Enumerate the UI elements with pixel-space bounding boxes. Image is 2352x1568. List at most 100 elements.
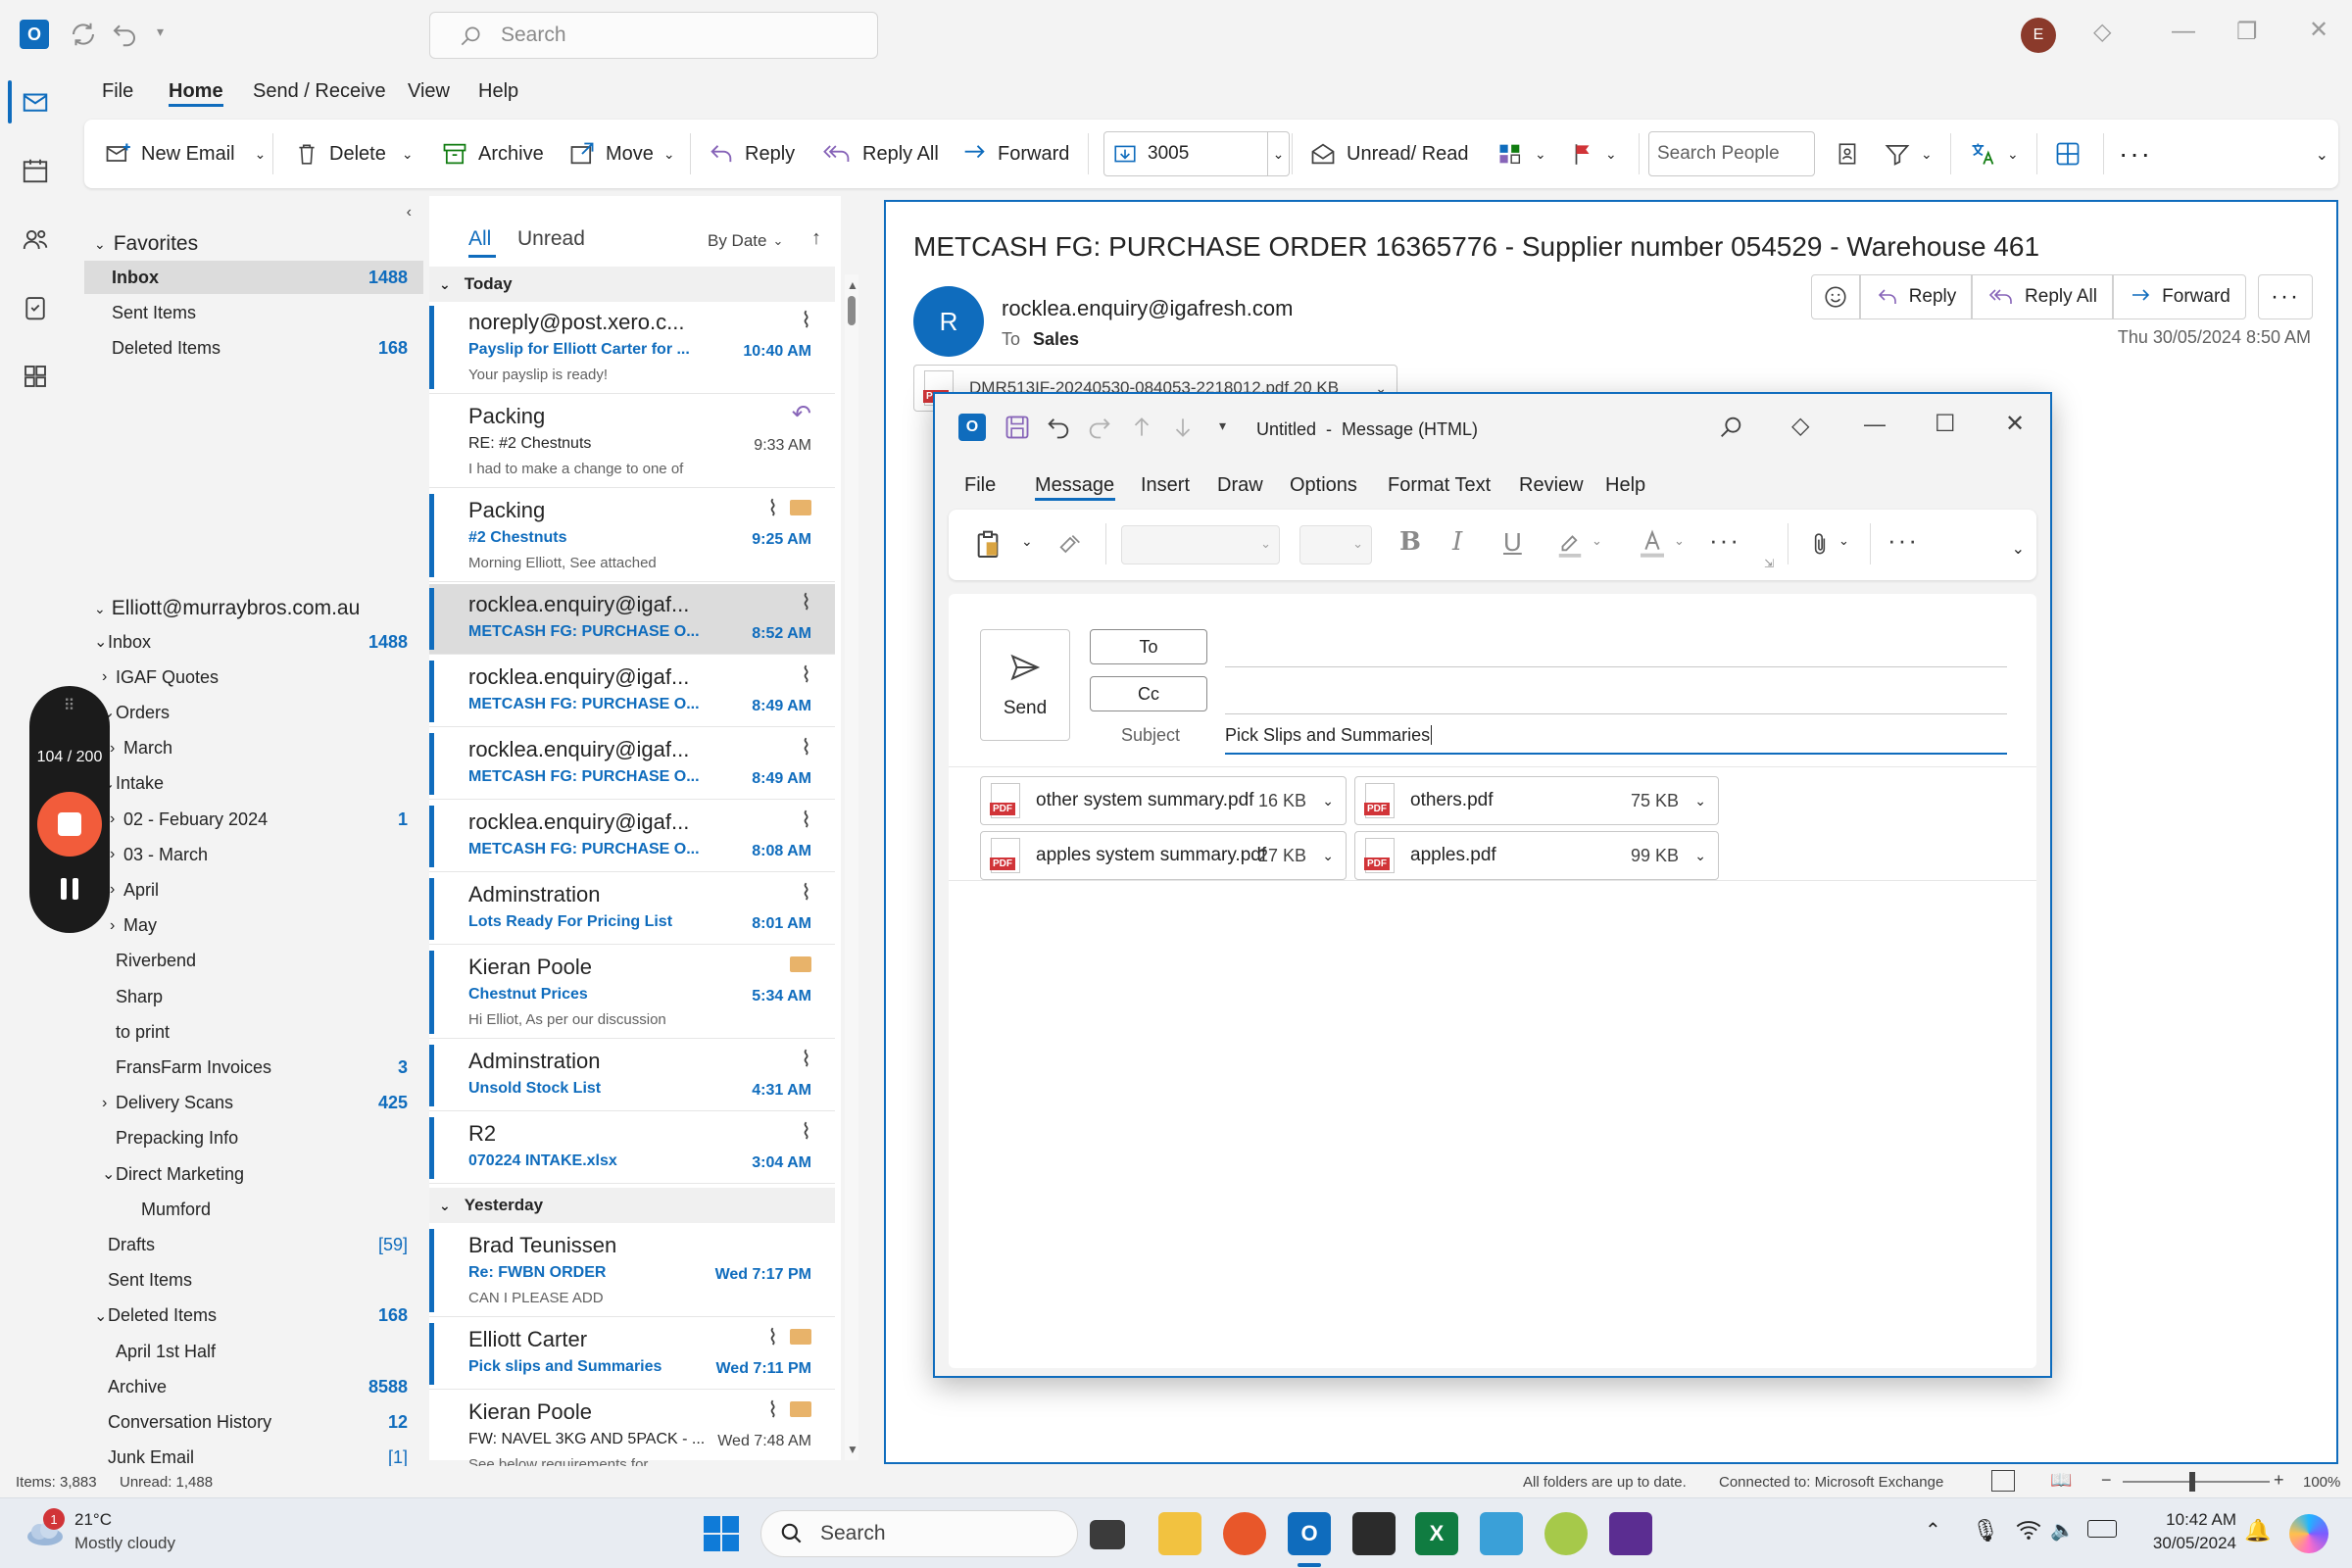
apps-icon[interactable] xyxy=(14,355,57,398)
folder-item[interactable]: › Delivery Scans 425 xyxy=(84,1087,423,1120)
cc-button[interactable]: Cc xyxy=(1090,676,1207,711)
group-header[interactable]: ⌄ Yesterday xyxy=(429,1188,835,1223)
folder-item[interactable]: Drafts [59] xyxy=(84,1228,423,1261)
maximize-icon[interactable]: ☐ xyxy=(1935,410,1956,438)
ribbon-collapse-chevron-icon[interactable]: ⌄ xyxy=(2316,145,2328,165)
font-size-select[interactable]: ⌄ xyxy=(1299,525,1372,564)
reply-button[interactable]: Reply xyxy=(1860,274,1972,319)
menu-view[interactable]: View xyxy=(408,80,450,103)
all-apps-button[interactable] xyxy=(2054,120,2082,188)
attachment-dropdown-icon[interactable]: ⌄ xyxy=(1694,848,1706,864)
copilot-icon[interactable] xyxy=(2289,1514,2328,1553)
translate-button[interactable]: ⌄ xyxy=(1968,120,2019,188)
new-email-button[interactable]: New Email ⌄ xyxy=(104,120,266,188)
message-item[interactable]: Kieran Poole Chestnut Prices 5:34 AM Hi Ell… xyxy=(429,947,835,1039)
recipient[interactable]: Sales xyxy=(1033,329,1079,350)
quick-access-dropdown-icon[interactable]: ▾ xyxy=(1219,417,1226,434)
sort-by-date-button[interactable]: By Date ⌄ xyxy=(708,231,783,251)
folder-item[interactable]: Mumford xyxy=(84,1193,423,1226)
collapse-pane-chevron-icon[interactable]: ‹ xyxy=(407,204,412,221)
attach-file-dropdown-icon[interactable]: ⌄ xyxy=(1838,533,1849,549)
attachment-dropdown-icon[interactable]: ⌄ xyxy=(1322,793,1334,809)
attachment-dropdown-icon[interactable]: ⌄ xyxy=(1694,793,1706,809)
volume-icon[interactable]: 🔈 xyxy=(2050,1518,2075,1543)
folder-item[interactable]: ⌄ Deleted Items 168 xyxy=(84,1299,423,1333)
folder-item[interactable]: Sent Items xyxy=(84,1264,423,1298)
close-icon[interactable]: ✕ xyxy=(2005,410,2025,438)
compose-menu-options[interactable]: Options xyxy=(1290,474,1357,497)
start-button[interactable] xyxy=(702,1514,741,1553)
dialog-launcher-icon[interactable]: ⇲ xyxy=(1764,557,1774,570)
message-item[interactable]: R2 070224 INTAKE.xlsx 3:04 AM ⌇ xyxy=(429,1113,835,1184)
wifi-icon[interactable] xyxy=(2015,1516,2042,1544)
weather-temperature[interactable]: 21°C xyxy=(74,1510,112,1530)
favorites-header[interactable]: ⌄ Favorites xyxy=(84,227,423,261)
new-email-dropdown-icon[interactable]: ⌄ xyxy=(255,146,267,163)
folder-item[interactable]: April 1st Half xyxy=(84,1335,423,1368)
attachment-chip[interactable]: apples system summary.pdf27 KB ⌄ xyxy=(980,831,1347,880)
normal-view-icon[interactable] xyxy=(1991,1470,2015,1492)
file-explorer-icon[interactable] xyxy=(1158,1512,1201,1555)
chevron-right-icon[interactable]: › xyxy=(110,740,123,758)
restore-icon[interactable]: ❐ xyxy=(2236,18,2258,46)
flag-button[interactable]: ⌄ xyxy=(1570,120,1617,188)
zoom-slider[interactable] xyxy=(2123,1481,2270,1483)
compose-menu-draw[interactable]: Draw xyxy=(1217,474,1263,497)
zoom-out-icon[interactable]: − xyxy=(2101,1470,2112,1491)
more-actions-icon[interactable]: ··· xyxy=(2258,274,2313,319)
quick-step-dropdown-icon[interactable]: ⌄ xyxy=(1267,132,1289,175)
scroll-down-arrow-icon[interactable]: ▼ xyxy=(847,1443,858,1456)
ribbon-collapse-chevron-icon[interactable]: ⌄ xyxy=(2012,539,2025,559)
premium-diamond-icon[interactable]: ◇ xyxy=(1791,412,1809,440)
filter-dropdown-icon[interactable]: ⌄ xyxy=(1921,146,1933,163)
folder-item[interactable]: ⌄Intake xyxy=(84,767,423,801)
minimize-icon[interactable]: — xyxy=(1864,412,1886,437)
compose-menu-message[interactable]: Message xyxy=(1035,474,1114,497)
format-painter-icon[interactable] xyxy=(1056,531,1084,559)
notification-bell-icon[interactable]: 🔔 xyxy=(2244,1518,2271,1544)
chevron-right-icon[interactable]: › xyxy=(110,846,123,863)
search-people-input[interactable]: Search People xyxy=(1648,131,1815,176)
favorite-folder[interactable]: Deleted Items 168 xyxy=(84,331,423,365)
compose-menu-help[interactable]: Help xyxy=(1605,474,1645,497)
chevron-right-icon[interactable]: › xyxy=(102,1095,116,1112)
clock-time[interactable]: 10:42 AM xyxy=(2138,1510,2236,1530)
avatar[interactable]: E xyxy=(2021,18,2056,53)
save-icon[interactable] xyxy=(1004,414,1031,441)
message-item[interactable]: Packing #2 Chestnuts 9:25 AM Morning Elliot… xyxy=(429,490,835,582)
sync-icon[interactable] xyxy=(69,20,98,49)
folder-item[interactable]: › April xyxy=(84,873,423,906)
attach-file-icon[interactable] xyxy=(1807,529,1833,561)
message-item[interactable]: Elliott Carter Pick slips and Summaries We… xyxy=(429,1319,835,1390)
chevron-right-icon[interactable]: › xyxy=(110,917,123,935)
folder-item[interactable]: ⌄ Inbox 1488 xyxy=(84,625,423,659)
weather-description[interactable]: Mostly cloudy xyxy=(74,1534,175,1553)
tab-all[interactable]: All xyxy=(468,227,491,251)
more-formatting-icon[interactable]: ··· xyxy=(1709,525,1740,556)
outlook-taskbar-icon[interactable]: O xyxy=(1288,1512,1331,1555)
chevron-down-icon[interactable]: ⌄ xyxy=(94,1306,108,1326)
undo-icon[interactable] xyxy=(110,20,139,49)
folder-item[interactable]: FransFarm Invoices 3 xyxy=(84,1051,423,1084)
favorite-folder[interactable]: Inbox 1488 xyxy=(84,261,423,294)
font-color-dropdown-icon[interactable]: ⌄ xyxy=(1674,533,1685,549)
calendar-icon[interactable] xyxy=(14,149,57,192)
zoom-in-icon[interactable]: + xyxy=(2274,1470,2284,1491)
to-button[interactable]: To xyxy=(1090,629,1207,664)
message-item[interactable]: rocklea.enquiry@igaf... METCASH FG: PURCH… xyxy=(429,729,835,800)
delete-dropdown-icon[interactable]: ⌄ xyxy=(402,146,414,163)
folder-item[interactable]: Archive 8588 xyxy=(84,1370,423,1403)
emoji-reaction-button[interactable] xyxy=(1811,274,1860,319)
folder-item[interactable]: Sharp xyxy=(84,980,423,1013)
compose-menu-format-text[interactable]: Format Text xyxy=(1388,474,1491,497)
move-dropdown-icon[interactable]: ⌄ xyxy=(663,146,675,163)
message-item[interactable]: Brad Teunissen Re: FWBN ORDER Wed 7:17 PM C… xyxy=(429,1225,835,1317)
chevron-down-icon[interactable]: ⌄ xyxy=(94,632,108,652)
bold-icon[interactable]: B xyxy=(1399,527,1421,557)
next-item-arrow-icon[interactable] xyxy=(1170,414,1196,441)
redo-icon[interactable] xyxy=(1086,414,1113,441)
app-purple-icon[interactable] xyxy=(1609,1512,1652,1555)
microphone-icon[interactable]: 🎙 xyxy=(1972,1518,1999,1544)
move-button[interactable]: Move ⌄ xyxy=(568,120,675,188)
delete-button[interactable]: Delete ⌄ xyxy=(294,120,414,188)
